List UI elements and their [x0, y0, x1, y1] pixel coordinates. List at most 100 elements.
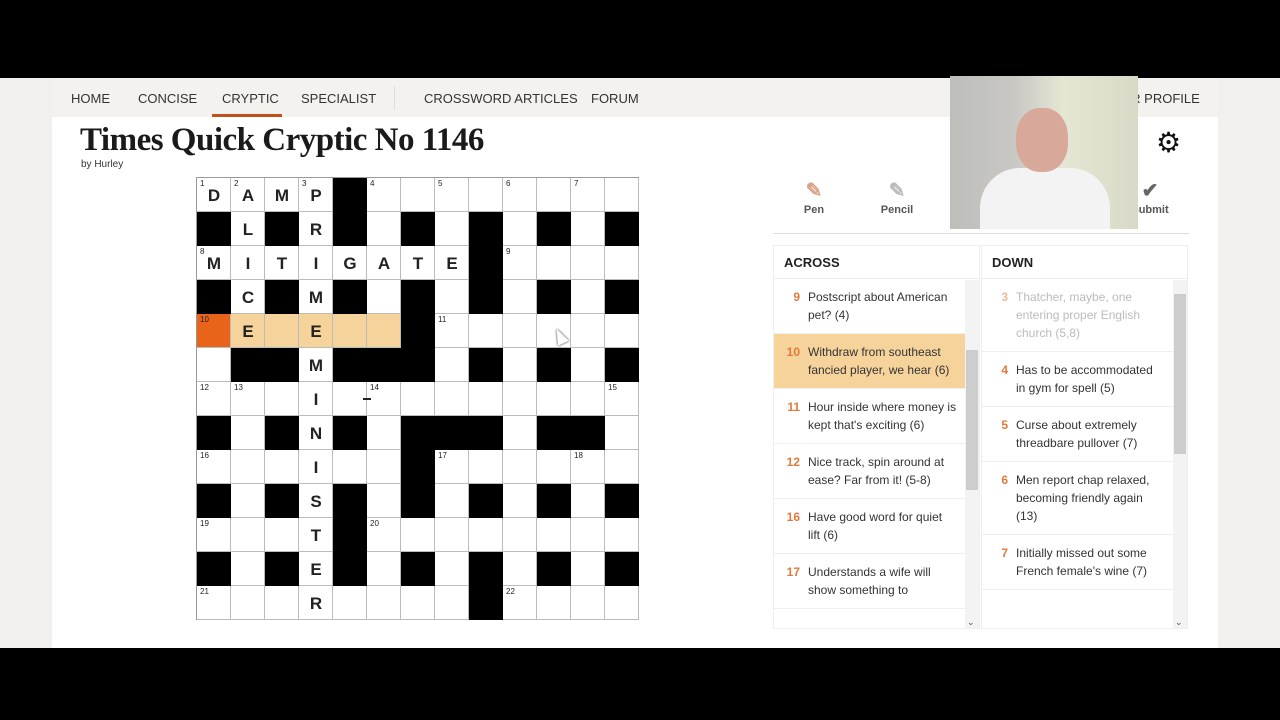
grid-cell[interactable] [571, 280, 605, 314]
grid-cell[interactable] [537, 246, 571, 280]
grid-cell[interactable]: E [299, 314, 333, 348]
chevron-down-icon[interactable]: ⌄ [967, 617, 975, 628]
grid-cell[interactable] [503, 552, 537, 586]
grid-cell[interactable] [537, 450, 571, 484]
across-clue[interactable]: 9 Postscript about American pet? (4) [774, 279, 965, 334]
grid-cell[interactable]: 10 [197, 314, 231, 348]
grid-cell[interactable] [333, 314, 367, 348]
grid-cell[interactable] [605, 450, 639, 484]
grid-cell[interactable] [605, 314, 639, 348]
grid-cell[interactable]: 18 [571, 450, 605, 484]
grid-cell[interactable] [401, 586, 435, 620]
nav-home[interactable]: HOME [71, 91, 110, 106]
grid-cell[interactable] [265, 450, 299, 484]
grid-cell[interactable]: 19 [197, 518, 231, 552]
grid-cell[interactable]: S [299, 484, 333, 518]
grid-cell[interactable]: 1D [197, 178, 231, 212]
grid-cell[interactable]: 15 [605, 382, 639, 416]
grid-cell[interactable]: M [299, 348, 333, 382]
grid-cell[interactable] [503, 416, 537, 450]
grid-cell[interactable] [231, 450, 265, 484]
grid-cell[interactable]: M [265, 178, 299, 212]
down-clue[interactable]: 6 Men report chap relaxed, becoming frien… [982, 462, 1173, 535]
nav-crossword-articles[interactable]: CROSSWORD ARTICLES [424, 91, 578, 106]
pencil-button[interactable]: ✎ Pencil [867, 178, 927, 216]
grid-cell[interactable] [231, 518, 265, 552]
grid-cell[interactable]: I [299, 450, 333, 484]
grid-cell[interactable]: 20 [367, 518, 401, 552]
grid-cell[interactable]: 12 [197, 382, 231, 416]
grid-cell[interactable]: M [299, 280, 333, 314]
grid-cell[interactable] [401, 518, 435, 552]
grid-cell[interactable]: R [299, 212, 333, 246]
grid-cell[interactable] [333, 382, 367, 416]
grid-cell[interactable]: 8M [197, 246, 231, 280]
grid-cell[interactable] [605, 246, 639, 280]
grid-cell[interactable] [367, 484, 401, 518]
across-clue[interactable]: 17 Understands a wife will show something… [774, 554, 965, 609]
grid-cell[interactable]: 4 [367, 178, 401, 212]
grid-cell[interactable] [469, 450, 503, 484]
grid-cell[interactable]: 14 [367, 382, 401, 416]
grid-cell[interactable]: 9 [503, 246, 537, 280]
grid-cell[interactable] [571, 348, 605, 382]
grid-cell[interactable]: A [367, 246, 401, 280]
grid-cell[interactable] [503, 382, 537, 416]
grid-cell[interactable] [571, 518, 605, 552]
grid-cell[interactable] [503, 280, 537, 314]
grid-cell[interactable] [367, 416, 401, 450]
grid-cell[interactable] [265, 518, 299, 552]
gear-icon[interactable]: ⚙ [1156, 126, 1181, 159]
grid-cell[interactable] [367, 314, 401, 348]
grid-cell[interactable] [367, 212, 401, 246]
grid-cell[interactable]: L [231, 212, 265, 246]
down-clue[interactable]: 5 Curse about extremely threadbare pullov… [982, 407, 1173, 462]
grid-cell[interactable]: 22 [503, 586, 537, 620]
grid-cell[interactable]: 5 [435, 178, 469, 212]
grid-cell[interactable]: 13 [231, 382, 265, 416]
pen-button[interactable]: ✎ Pen [784, 178, 844, 216]
nav-forum[interactable]: FORUM [591, 91, 639, 106]
grid-cell[interactable]: 11 [435, 314, 469, 348]
grid-cell[interactable] [435, 484, 469, 518]
grid-cell[interactable] [231, 484, 265, 518]
across-scrollbar[interactable]: ⌄ [965, 280, 979, 628]
grid-cell[interactable]: 16 [197, 450, 231, 484]
grid-cell[interactable] [367, 552, 401, 586]
nav-specialist[interactable]: SPECIALIST [301, 91, 376, 106]
grid-cell[interactable] [469, 178, 503, 212]
grid-cell[interactable] [265, 382, 299, 416]
grid-cell[interactable] [537, 382, 571, 416]
down-scrollbar[interactable]: ⌄ [1173, 280, 1187, 628]
grid-cell[interactable] [537, 518, 571, 552]
grid-cell[interactable] [469, 382, 503, 416]
grid-cell[interactable] [197, 348, 231, 382]
grid-cell[interactable] [265, 314, 299, 348]
grid-cell[interactable] [435, 348, 469, 382]
down-clue[interactable]: 7 Initially missed out some French female… [982, 535, 1173, 590]
grid-cell[interactable] [537, 586, 571, 620]
grid-cell[interactable] [503, 348, 537, 382]
grid-cell[interactable]: 17 [435, 450, 469, 484]
grid-cell[interactable] [571, 586, 605, 620]
grid-cell[interactable]: 3P [299, 178, 333, 212]
grid-cell[interactable]: 7 [571, 178, 605, 212]
grid-cell[interactable] [265, 586, 299, 620]
grid-cell[interactable] [401, 178, 435, 212]
grid-cell[interactable] [401, 382, 435, 416]
grid-cell[interactable]: I [299, 382, 333, 416]
grid-cell[interactable] [367, 280, 401, 314]
grid-cell[interactable] [571, 552, 605, 586]
grid-cell[interactable] [435, 586, 469, 620]
grid-cell[interactable] [571, 212, 605, 246]
grid-cell[interactable] [435, 382, 469, 416]
across-clue[interactable]: 10 Withdraw from southeast fancied player… [774, 334, 965, 389]
across-clue[interactable]: 12 Nice track, spin around at ease? Far f… [774, 444, 965, 499]
grid-cell[interactable] [571, 314, 605, 348]
grid-cell[interactable]: G [333, 246, 367, 280]
grid-cell[interactable]: 2A [231, 178, 265, 212]
grid-cell[interactable] [435, 280, 469, 314]
nav-concise[interactable]: CONCISE [138, 91, 197, 106]
grid-cell[interactable] [605, 416, 639, 450]
grid-cell[interactable] [503, 212, 537, 246]
